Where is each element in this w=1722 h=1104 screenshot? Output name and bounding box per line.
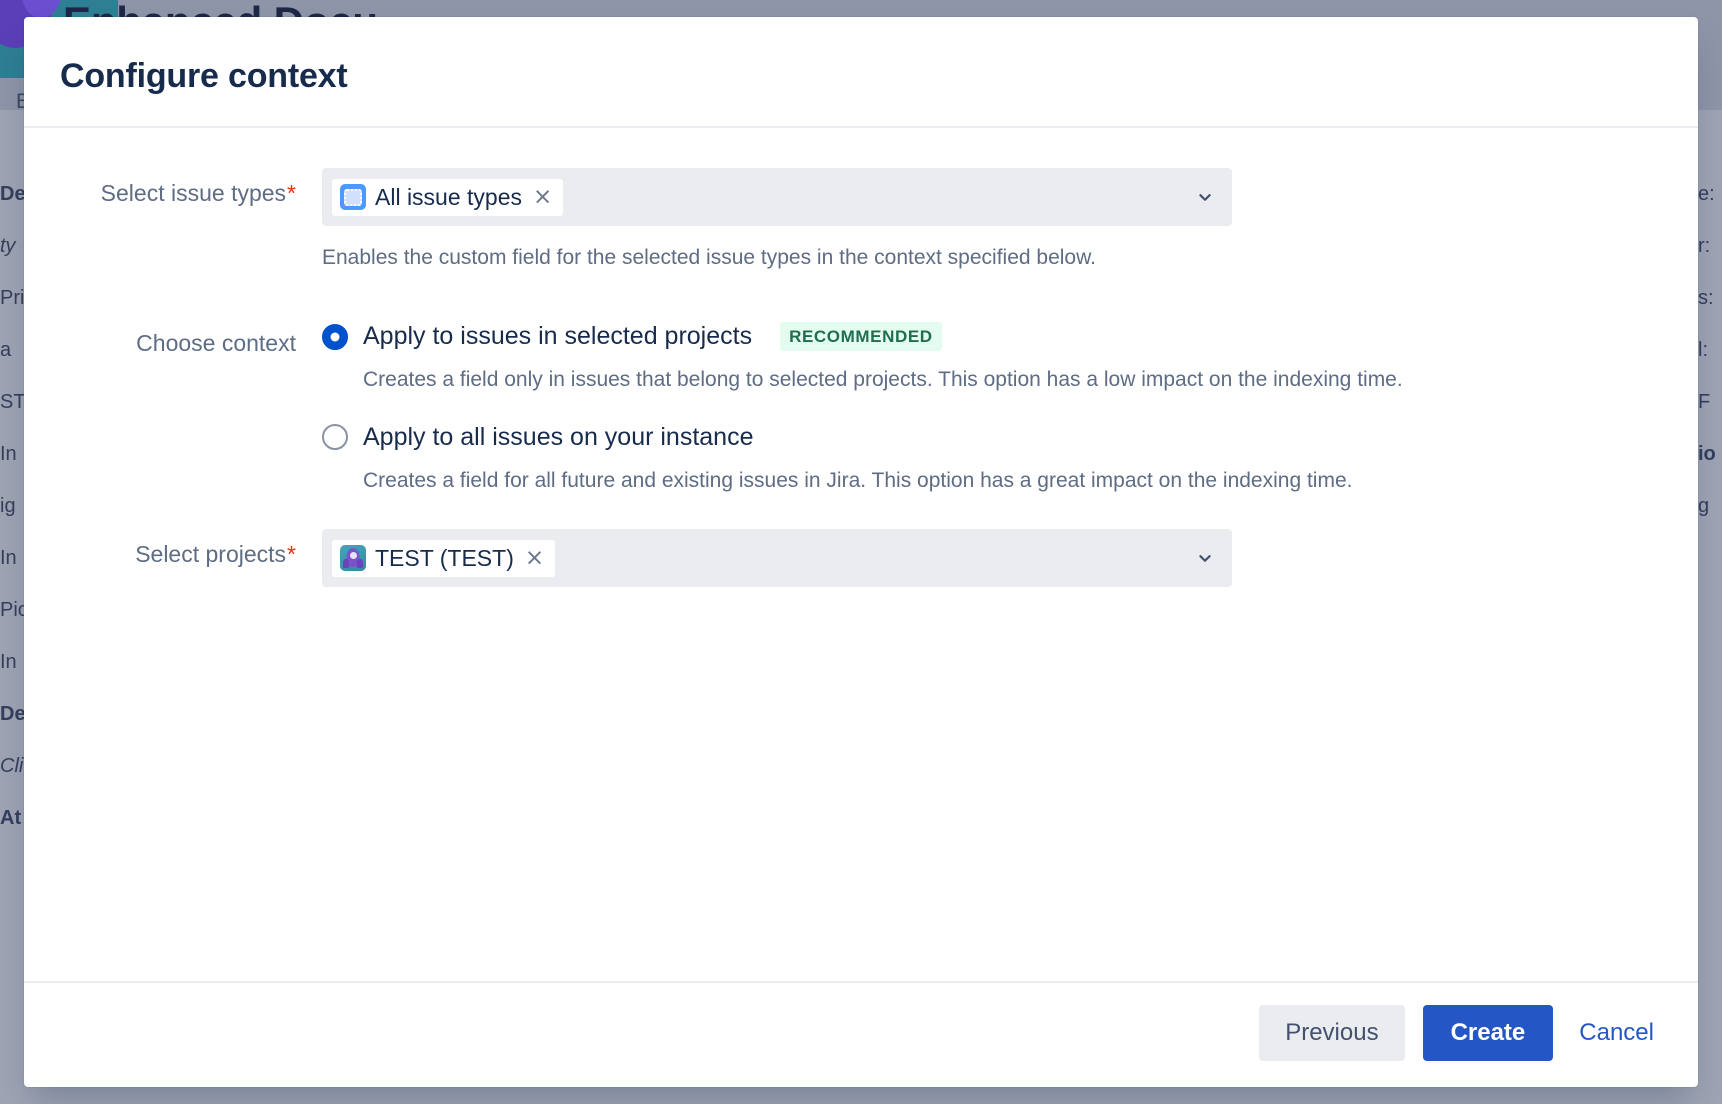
- rocket-fin-right: [357, 559, 363, 569]
- chip-remove-icon[interactable]: ×: [523, 546, 546, 570]
- chip-label: TEST (TEST): [375, 544, 514, 571]
- chip-project-test: TEST (TEST) ×: [332, 539, 556, 577]
- chevron-down-icon[interactable]: [1194, 186, 1216, 208]
- chip-label: All issue types: [375, 183, 523, 210]
- context-radio-group: Apply to issues in selected projects REC…: [322, 318, 1662, 495]
- issue-types-row: Select issue types* All issue types × En…: [60, 168, 1662, 272]
- rocket-fin-left: [343, 559, 349, 569]
- all-issue-types-icon: [340, 184, 366, 210]
- radio-label: Apply to issues in selected projects: [363, 322, 753, 351]
- chip-remove-icon[interactable]: ×: [531, 185, 554, 209]
- required-asterisk: *: [287, 180, 296, 206]
- cancel-button[interactable]: Cancel: [1571, 1005, 1662, 1061]
- radio-icon: [322, 323, 348, 350]
- page-title: Configure context: [60, 57, 348, 95]
- radio-description: Creates a field for all future and exist…: [363, 468, 1353, 492]
- issue-types-control: All issue types × Enables the custom fie…: [322, 168, 1662, 272]
- choose-context-row: Choose context Apply to issues in select…: [60, 318, 1662, 495]
- page-root: Enhanced Docu E DetyPriaST InigInPicIn D…: [0, 0, 1722, 1104]
- radio-option-selected-projects[interactable]: Apply to issues in selected projects REC…: [322, 322, 1662, 352]
- chip-all-issue-types: All issue types ×: [332, 178, 564, 216]
- status-badge: RECOMMENDED: [780, 322, 942, 352]
- modal-body: Select issue types* All issue types × En…: [24, 128, 1698, 981]
- chevron-down-icon[interactable]: [1194, 547, 1216, 569]
- projects-row: Select projects* TEST (TEST) ×: [60, 529, 1662, 588]
- background-left-content: De ty Pri a ST In ig In Pic In De Cli At: [0, 183, 26, 829]
- projects-select[interactable]: TEST (TEST) ×: [322, 529, 1232, 588]
- projects-control: TEST (TEST) ×: [322, 529, 1662, 588]
- modal-header: Configure context: [24, 17, 1698, 128]
- issue-types-select[interactable]: All issue types ×: [322, 168, 1232, 226]
- choose-context-label: Choose context: [136, 330, 296, 357]
- radio-icon: [322, 424, 348, 451]
- create-button[interactable]: Create: [1422, 1005, 1554, 1061]
- previous-button[interactable]: Previous: [1259, 1005, 1405, 1061]
- issue-types-label-text: Select issue types: [100, 180, 287, 206]
- configure-context-modal: Configure context Select issue types* Al…: [24, 17, 1698, 1087]
- radio-option-all-issues[interactable]: Apply to all issues on your instance: [322, 423, 1662, 452]
- projects-label-text: Select projects: [135, 541, 287, 568]
- radio-label: Apply to all issues on your instance: [363, 422, 754, 451]
- radio-description: Creates a field only in issues that belo…: [363, 368, 1403, 392]
- project-avatar-icon: [340, 545, 366, 572]
- background-right-content: e: r: s: l: Fio g: [1698, 183, 1716, 517]
- modal-footer: Previous Create Cancel: [24, 981, 1698, 1087]
- projects-label: Select projects*: [60, 529, 322, 568]
- issue-types-label: Select issue types*: [60, 168, 322, 207]
- required-asterisk: *: [287, 541, 296, 568]
- issue-types-helper-text: Enables the custom field for the selecte…: [322, 246, 1096, 269]
